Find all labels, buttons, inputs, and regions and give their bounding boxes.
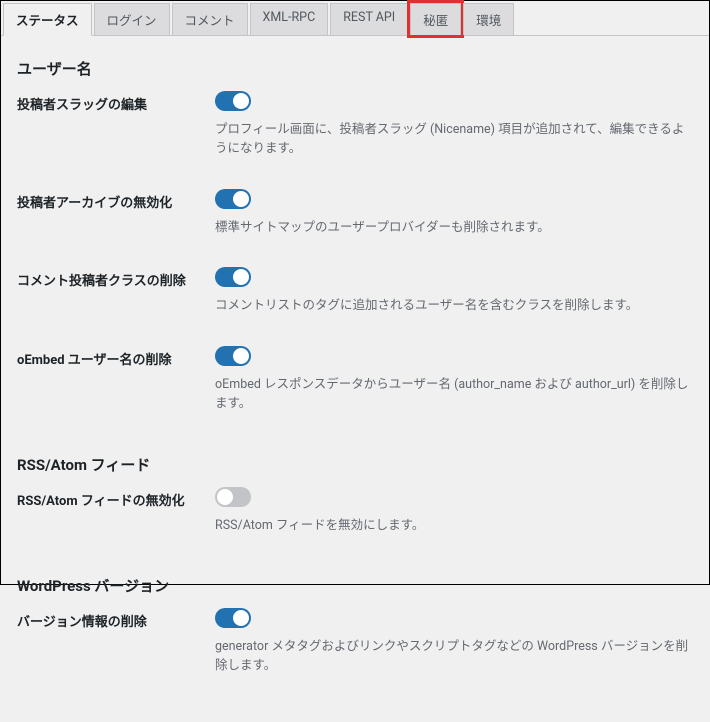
label-version-remove: バージョン情報の削除 bbox=[17, 608, 215, 630]
row-author-slug: 投稿者スラッグの編集 プロフィール画面に、投稿者スラッグ (Nicename) … bbox=[17, 91, 693, 181]
label-author-slug: 投稿者スラッグの編集 bbox=[17, 91, 215, 113]
label-author-archive: 投稿者アーカイブの無効化 bbox=[17, 189, 215, 211]
row-comment-class: コメント投稿者クラスの削除 コメントリストのタグに追加されるユーザー名を含むクラ… bbox=[17, 267, 693, 338]
section-wp-heading: WordPress バージョン bbox=[17, 575, 693, 596]
desc-author-archive: 標準サイトマップのユーザープロバイダーも削除されます。 bbox=[215, 219, 693, 238]
row-rss-disable: RSS/Atom フィードの無効化 RSS/Atom フィードを無効にします。 bbox=[17, 487, 693, 558]
row-author-archive: 投稿者アーカイブの無効化 標準サイトマップのユーザープロバイダーも削除されます。 bbox=[17, 189, 693, 260]
row-version-remove: バージョン情報の削除 generator メタタグおよびリンクやスクリプトタグな… bbox=[17, 608, 693, 698]
toggle-version-remove[interactable] bbox=[215, 608, 251, 628]
toggle-author-archive[interactable] bbox=[215, 189, 251, 209]
desc-oembed: oEmbed レスポンスデータからユーザー名 (author_name および … bbox=[215, 376, 693, 414]
desc-comment-class: コメントリストのタグに追加されるユーザー名を含むクラスを削除します。 bbox=[215, 297, 693, 316]
desc-rss-disable: RSS/Atom フィードを無効にします。 bbox=[215, 517, 693, 536]
tab-restapi[interactable]: REST API bbox=[330, 3, 408, 35]
row-oembed: oEmbed ユーザー名の削除 oEmbed レスポンスデータからユーザー名 (… bbox=[17, 346, 693, 436]
label-comment-class: コメント投稿者クラスの削除 bbox=[17, 267, 215, 289]
desc-author-slug: プロフィール画面に、投稿者スラッグ (Nicename) 項目が追加されて、編集… bbox=[215, 121, 693, 159]
tab-hide[interactable]: 秘匿 bbox=[410, 3, 461, 35]
desc-version-remove: generator メタタグおよびリンクやスクリプトタグなどの WordPres… bbox=[215, 638, 693, 676]
toggle-rss-disable[interactable] bbox=[215, 487, 251, 507]
content-area: ユーザー名 投稿者スラッグの編集 プロフィール画面に、投稿者スラッグ (Nice… bbox=[1, 36, 709, 722]
label-rss-disable: RSS/Atom フィードの無効化 bbox=[17, 487, 215, 509]
tab-comment[interactable]: コメント bbox=[172, 3, 248, 35]
label-oembed: oEmbed ユーザー名の削除 bbox=[17, 346, 215, 368]
tab-login[interactable]: ログイン bbox=[94, 3, 170, 35]
tab-status[interactable]: ステータス bbox=[3, 3, 92, 36]
toggle-author-slug[interactable] bbox=[215, 91, 251, 111]
tab-bar: ステータス ログイン コメント XML-RPC REST API 秘匿 環境 bbox=[1, 1, 709, 36]
section-username-heading: ユーザー名 bbox=[17, 58, 693, 79]
section-rss-heading: RSS/Atom フィード bbox=[17, 454, 693, 475]
toggle-comment-class[interactable] bbox=[215, 267, 251, 287]
tab-environment[interactable]: 環境 bbox=[463, 3, 514, 35]
toggle-oembed[interactable] bbox=[215, 346, 251, 366]
tab-xmlrpc[interactable]: XML-RPC bbox=[250, 3, 329, 35]
